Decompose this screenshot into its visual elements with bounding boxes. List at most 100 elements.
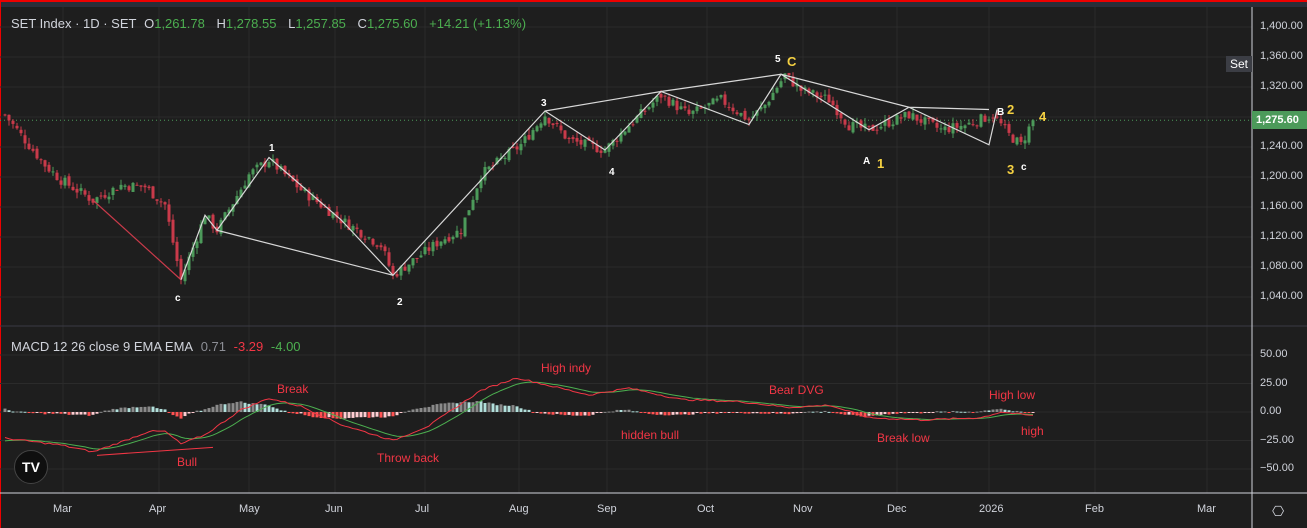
macd-histogram-bar bbox=[387, 412, 391, 417]
macd-histogram-bar bbox=[63, 412, 67, 414]
macd-histogram-bar bbox=[367, 412, 371, 418]
candle-down bbox=[43, 160, 47, 167]
macd-histogram-bar bbox=[127, 408, 131, 412]
time-axis-label: 2026 bbox=[979, 503, 1004, 515]
macd-label[interactable]: MACD 12 26 close 9 EMA EMA bbox=[11, 339, 193, 354]
macd-histogram-bar bbox=[219, 403, 223, 412]
candle-up bbox=[779, 81, 783, 88]
macd-histogram-bar bbox=[691, 412, 695, 415]
candle-down bbox=[415, 257, 419, 259]
macd-histogram-bar bbox=[915, 412, 919, 413]
macd-histogram-bar bbox=[967, 411, 971, 413]
wave-label: 5 bbox=[775, 54, 781, 65]
macd-histogram-bar bbox=[583, 412, 587, 416]
macd-histogram-bar bbox=[603, 411, 607, 413]
candle-down bbox=[359, 230, 363, 238]
candle-down bbox=[527, 134, 531, 140]
macd-histogram-bar bbox=[439, 403, 443, 412]
candle-up bbox=[519, 144, 523, 151]
ohlc-low: L1,257.85 bbox=[288, 16, 350, 31]
candle-down bbox=[935, 122, 939, 128]
candle-up bbox=[243, 185, 247, 189]
macd-histogram-bar bbox=[27, 412, 31, 413]
candle-up bbox=[771, 92, 775, 101]
macd-histogram-bar bbox=[195, 410, 199, 412]
macd-annotation: High indy bbox=[541, 360, 592, 375]
macd-histogram-bar bbox=[515, 406, 519, 412]
macd-histogram-bar bbox=[211, 406, 215, 412]
macd-histogram-bar bbox=[379, 412, 383, 418]
macd-histogram-bar bbox=[743, 412, 747, 414]
candle-up bbox=[767, 101, 771, 106]
candle-up bbox=[439, 241, 443, 246]
candle-down bbox=[87, 195, 91, 201]
candle-down bbox=[947, 127, 951, 133]
candle-down bbox=[383, 246, 387, 252]
candle-down bbox=[363, 238, 367, 240]
candle-up bbox=[943, 126, 947, 131]
macd-histogram-bar bbox=[1015, 410, 1019, 412]
macd-histogram-bar bbox=[655, 412, 659, 415]
macd-histogram-bar bbox=[559, 412, 563, 415]
candle-down bbox=[11, 120, 15, 124]
candle-down bbox=[395, 274, 399, 277]
candle-up bbox=[775, 87, 779, 93]
macd-histogram-bar bbox=[943, 411, 947, 413]
candle-up bbox=[407, 264, 411, 272]
macd-histogram-bar bbox=[723, 412, 727, 414]
macd-histogram-bar bbox=[843, 412, 847, 415]
macd-histogram-bar bbox=[983, 410, 987, 412]
macd-histogram-bar bbox=[803, 411, 807, 413]
macd-histogram-bar bbox=[91, 412, 95, 415]
macd-histogram-bar bbox=[95, 412, 99, 414]
price-axis-label: 1,320.00 bbox=[1260, 80, 1303, 92]
macd-histogram-bar bbox=[71, 412, 75, 415]
macd-value: -3.29 bbox=[233, 339, 264, 354]
macd-histogram-bar bbox=[975, 411, 979, 413]
tradingview-logo[interactable]: TV bbox=[14, 450, 48, 484]
candle-up bbox=[419, 255, 423, 258]
candle-down bbox=[571, 137, 575, 140]
macd-histogram-bar bbox=[371, 412, 375, 418]
macd-histogram-bar bbox=[879, 412, 883, 415]
close-value: 1,275.60 bbox=[366, 16, 418, 31]
wave-label: c bbox=[1021, 162, 1027, 173]
candle-down bbox=[3, 114, 7, 116]
price-axis-label: 1,160.00 bbox=[1260, 200, 1303, 212]
candle-up bbox=[695, 106, 699, 112]
candle-up bbox=[259, 162, 263, 166]
candle-up bbox=[715, 98, 719, 101]
macd-histogram-bar bbox=[543, 412, 547, 414]
macd-histogram-bar bbox=[607, 411, 611, 413]
macd-histogram-bar bbox=[271, 407, 275, 412]
macd-histogram-bar bbox=[595, 412, 599, 413]
candle-down bbox=[47, 164, 51, 172]
chart-canvas[interactable] bbox=[0, 0, 1307, 528]
price-axis-label: 1,200.00 bbox=[1260, 170, 1303, 182]
time-axis-label: Oct bbox=[697, 503, 715, 515]
candle-down bbox=[747, 118, 751, 121]
candle-down bbox=[59, 180, 63, 185]
macd-histogram-bar bbox=[479, 401, 483, 412]
candle-up bbox=[903, 111, 907, 118]
macd-histogram-bar bbox=[483, 403, 487, 412]
macd-histogram-bar bbox=[203, 409, 207, 412]
macd-histogram-bar bbox=[899, 412, 903, 413]
macd-histogram-bar bbox=[59, 412, 63, 414]
candle-up bbox=[879, 126, 883, 129]
macd-histogram-bar bbox=[615, 409, 619, 412]
macd-histogram-bar bbox=[527, 409, 531, 412]
macd-annotation: high bbox=[1021, 424, 1044, 439]
macd-histogram-bar bbox=[1031, 412, 1035, 413]
macd-histogram-bar bbox=[167, 412, 171, 413]
macd-histogram-bar bbox=[243, 402, 247, 412]
macd-axis-label: −25.00 bbox=[1260, 433, 1294, 446]
macd-histogram-bar bbox=[287, 412, 291, 413]
candle-up bbox=[911, 113, 915, 120]
settings-icon[interactable]: ⎔ bbox=[1272, 503, 1284, 520]
macd-histogram-bar bbox=[891, 412, 895, 414]
candle-up bbox=[503, 157, 507, 160]
candle-down bbox=[915, 114, 919, 121]
candle-down bbox=[827, 94, 831, 103]
symbol-title[interactable]: SET Index · 1D · SET bbox=[11, 16, 136, 31]
